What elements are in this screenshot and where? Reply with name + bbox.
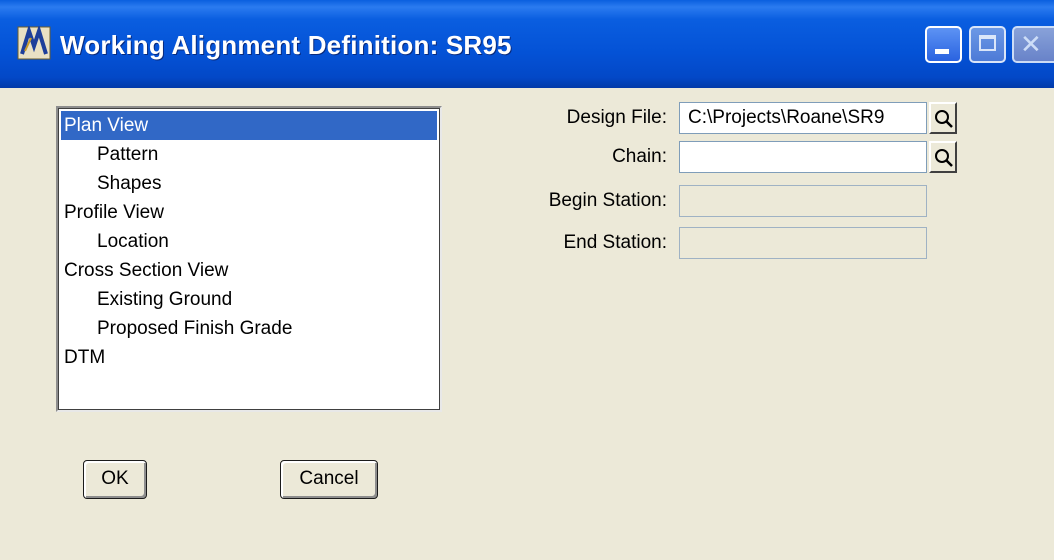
cancel-button[interactable]: Cancel (280, 460, 378, 499)
end-station-label: End Station: (563, 232, 667, 253)
tree-item-dtm[interactable]: DTM (61, 343, 437, 372)
dialog-window: Working Alignment Definition: SR95 ✕ Pla… (0, 0, 1054, 560)
design-file-label: Design File: (566, 107, 667, 128)
view-tree-list[interactable]: Plan View Pattern Shapes Profile View Lo… (56, 106, 442, 412)
tree-item-existing-ground[interactable]: Existing Ground (61, 285, 437, 314)
design-file-lookup-button[interactable] (929, 102, 957, 134)
begin-station-field (679, 185, 927, 217)
maximize-icon (979, 35, 996, 51)
magnifier-icon (935, 149, 953, 167)
tree-item-shapes[interactable]: Shapes (61, 169, 437, 198)
close-button[interactable]: ✕ (1012, 26, 1054, 63)
title-bar[interactable]: Working Alignment Definition: SR95 ✕ (0, 0, 1054, 88)
app-icon (17, 26, 51, 60)
end-station-field (679, 227, 927, 259)
close-icon: ✕ (1020, 30, 1042, 60)
tree-item-plan-view[interactable]: Plan View (61, 111, 437, 140)
ok-button[interactable]: OK (83, 460, 147, 499)
design-file-field[interactable]: C:\Projects\Roane\SR9 (679, 102, 927, 134)
magnifier-icon (935, 110, 953, 128)
tree-item-cross-section-view[interactable]: Cross Section View (61, 256, 437, 285)
tree-item-location[interactable]: Location (61, 227, 437, 256)
minimize-button[interactable] (925, 26, 962, 63)
chain-lookup-button[interactable] (929, 141, 957, 173)
window-title: Working Alignment Definition: SR95 (60, 30, 512, 60)
begin-station-label: Begin Station: (548, 190, 667, 211)
tree-item-profile-view[interactable]: Profile View (61, 198, 437, 227)
tree-item-pattern[interactable]: Pattern (61, 140, 437, 169)
minimize-icon (935, 49, 949, 54)
tree-item-proposed-finish-grade[interactable]: Proposed Finish Grade (61, 314, 437, 343)
chain-field[interactable] (679, 141, 927, 173)
maximize-button[interactable] (969, 26, 1006, 63)
chain-label: Chain: (612, 146, 667, 167)
